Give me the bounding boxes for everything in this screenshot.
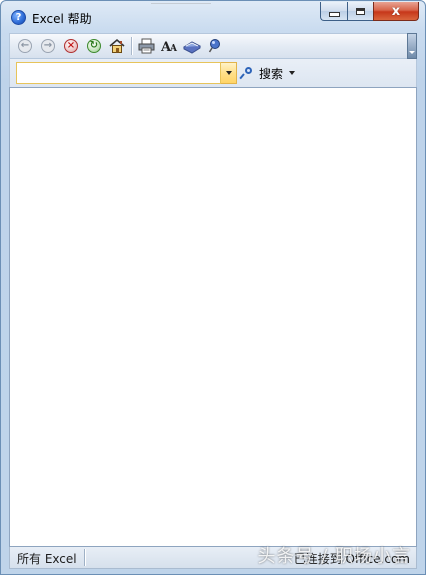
- toolbar-overflow-button[interactable]: [407, 33, 417, 59]
- search-history-dropdown[interactable]: [221, 62, 237, 84]
- svg-text:A: A: [169, 44, 178, 54]
- minimize-button[interactable]: [320, 2, 347, 21]
- table-of-contents-button[interactable]: [183, 37, 201, 55]
- back-icon: ←: [18, 39, 32, 53]
- print-icon: [138, 38, 154, 54]
- font-size-button[interactable]: A A: [160, 37, 178, 55]
- window-title: Excel 帮助: [32, 12, 92, 26]
- forward-button[interactable]: →: [39, 37, 57, 55]
- search-scope-status[interactable]: 所有 Excel: [17, 550, 77, 567]
- title-bar[interactable]: ? Excel 帮助 x: [1, 1, 425, 31]
- toolbar: ← → × ↻ A A: [9, 33, 417, 59]
- chevron-down-icon: [225, 71, 232, 75]
- status-separator: [84, 549, 86, 566]
- keep-on-top-button[interactable]: [206, 37, 224, 55]
- chevron-down-icon: [409, 51, 415, 54]
- search-icon: [242, 66, 255, 80]
- caption-buttons: x: [320, 2, 419, 22]
- toolbar-separator: [131, 37, 133, 55]
- close-icon: x: [391, 3, 401, 19]
- help-window: ? Excel 帮助 x ← → × ↻ A A 搜索 所有 Excel 已连接…: [0, 0, 426, 575]
- watermark: 头条号 / 职场小言: [257, 546, 411, 567]
- back-button[interactable]: ←: [16, 37, 34, 55]
- search-button[interactable]: 搜索: [242, 64, 296, 82]
- stop-button[interactable]: ×: [62, 37, 80, 55]
- search-bar: 搜索: [9, 59, 417, 87]
- maximize-icon: [356, 7, 365, 15]
- forward-icon: →: [41, 39, 55, 53]
- close-button[interactable]: x: [373, 2, 419, 21]
- refresh-button[interactable]: ↻: [85, 37, 103, 55]
- print-button[interactable]: [137, 37, 155, 55]
- search-input[interactable]: [16, 62, 221, 84]
- home-button[interactable]: [108, 37, 126, 55]
- minimize-icon: [328, 11, 340, 17]
- font-size-icon: A A: [161, 40, 178, 54]
- table-of-contents-icon: [183, 41, 201, 54]
- keep-on-top-icon: [208, 39, 220, 53]
- refresh-icon: ↻: [87, 39, 101, 53]
- search-options-chevron-icon[interactable]: [289, 71, 296, 75]
- maximize-button[interactable]: [347, 2, 373, 21]
- help-content-pane[interactable]: [9, 87, 417, 547]
- home-icon: [109, 38, 125, 53]
- search-button-label: 搜索: [259, 66, 284, 81]
- stop-icon: ×: [64, 39, 78, 53]
- help-icon: ?: [11, 10, 26, 25]
